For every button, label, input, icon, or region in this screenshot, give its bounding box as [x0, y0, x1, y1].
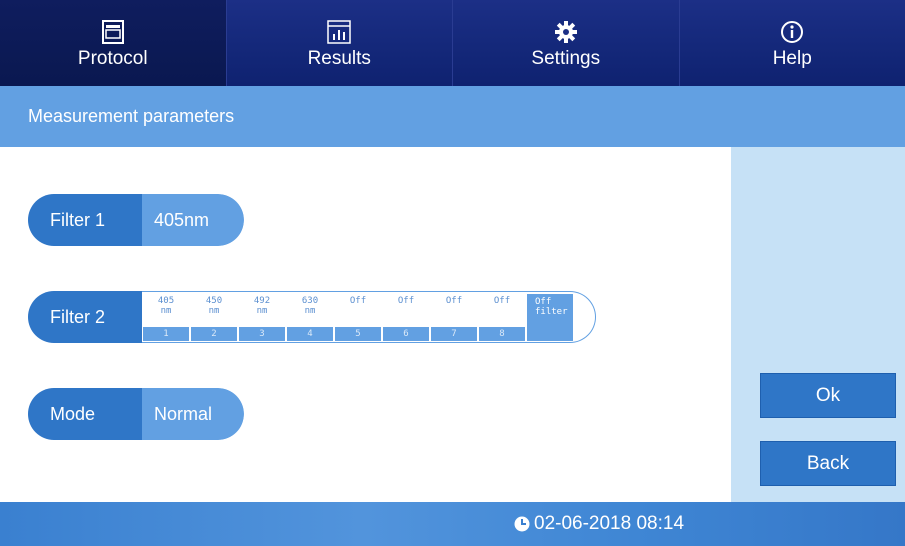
filter2-option-1[interactable]: 405 nm 1 [143, 296, 189, 341]
option-wavelength: 630 [301, 296, 319, 306]
tab-results-label: Results [307, 48, 371, 69]
filter2-selector: 405 nm 1 450 nm 2 492 nm 3 630 nm 4 Off … [142, 291, 596, 343]
filter2-option-7[interactable]: Off 7 [431, 296, 477, 341]
back-button[interactable]: Back [760, 441, 896, 486]
tab-results[interactable]: Results [227, 0, 453, 86]
filter2-option-4[interactable]: 630 nm 4 [287, 296, 333, 341]
option-wavelength: Off [349, 296, 367, 306]
status-bar: 02-06-2018 08:14 [0, 502, 905, 546]
info-icon [780, 17, 804, 47]
option-sublabel: filter [535, 307, 568, 317]
option-wavelength: 492 [253, 296, 271, 306]
filter1-label: Filter 1 [28, 194, 142, 246]
option-number: 2 [191, 327, 237, 341]
datetime-display: 02-06-2018 08:14 [514, 502, 684, 546]
option-wavelength: Off [493, 296, 511, 306]
mode-control[interactable]: Mode Normal [28, 388, 244, 440]
tab-protocol[interactable]: Protocol [0, 0, 227, 86]
option-number: 4 [287, 327, 333, 341]
tab-settings[interactable]: Settings [453, 0, 680, 86]
gear-icon [554, 17, 578, 47]
option-wavelength: 405 [157, 296, 175, 306]
filter1-value[interactable]: 405nm [142, 194, 244, 246]
option-number: 6 [383, 327, 429, 341]
top-navigation: Protocol Results Settings Help [0, 0, 905, 86]
option-number: 7 [431, 327, 477, 341]
filter2-option-3[interactable]: 492 nm 3 [239, 296, 285, 341]
filter1-control[interactable]: Filter 1 405nm [28, 194, 244, 246]
filter2-option-5[interactable]: Off 5 [335, 296, 381, 341]
mode-label: Mode [28, 388, 142, 440]
option-number: 8 [479, 327, 525, 341]
filter2-label: Filter 2 [28, 291, 142, 343]
option-label: Off [535, 297, 552, 307]
option-unit: nm [256, 306, 268, 316]
protocol-icon [101, 17, 124, 47]
mode-value[interactable]: Normal [142, 388, 244, 440]
option-unit: nm [208, 306, 220, 316]
option-number: 1 [143, 327, 189, 341]
filter2-control: Filter 2 405 nm 1 450 nm 2 492 nm 3 630 … [28, 291, 596, 343]
option-unit: nm [160, 306, 172, 316]
results-chart-icon [327, 17, 351, 47]
filter2-option-6[interactable]: Off 6 [383, 296, 429, 341]
tab-help-label: Help [772, 48, 812, 69]
option-unit: nm [304, 306, 316, 316]
option-wavelength: 450 [205, 296, 223, 306]
filter2-option-2[interactable]: 450 nm 2 [191, 296, 237, 341]
option-wavelength: Off [397, 296, 415, 306]
option-number: 3 [239, 327, 285, 341]
tab-settings-label: Settings [531, 48, 601, 69]
filter2-option-off-selected[interactable]: Off filter [527, 294, 573, 341]
datetime-text: 02-06-2018 08:14 [534, 513, 685, 534]
option-wavelength: Off [445, 296, 463, 306]
tab-help[interactable]: Help [680, 0, 905, 86]
page-title: Measurement parameters [0, 86, 905, 147]
filter2-option-8[interactable]: Off 8 [479, 296, 525, 341]
clock-icon [514, 516, 530, 532]
option-number: 5 [335, 327, 381, 341]
ok-button[interactable]: Ok [760, 373, 896, 418]
tab-protocol-label: Protocol [77, 48, 148, 69]
